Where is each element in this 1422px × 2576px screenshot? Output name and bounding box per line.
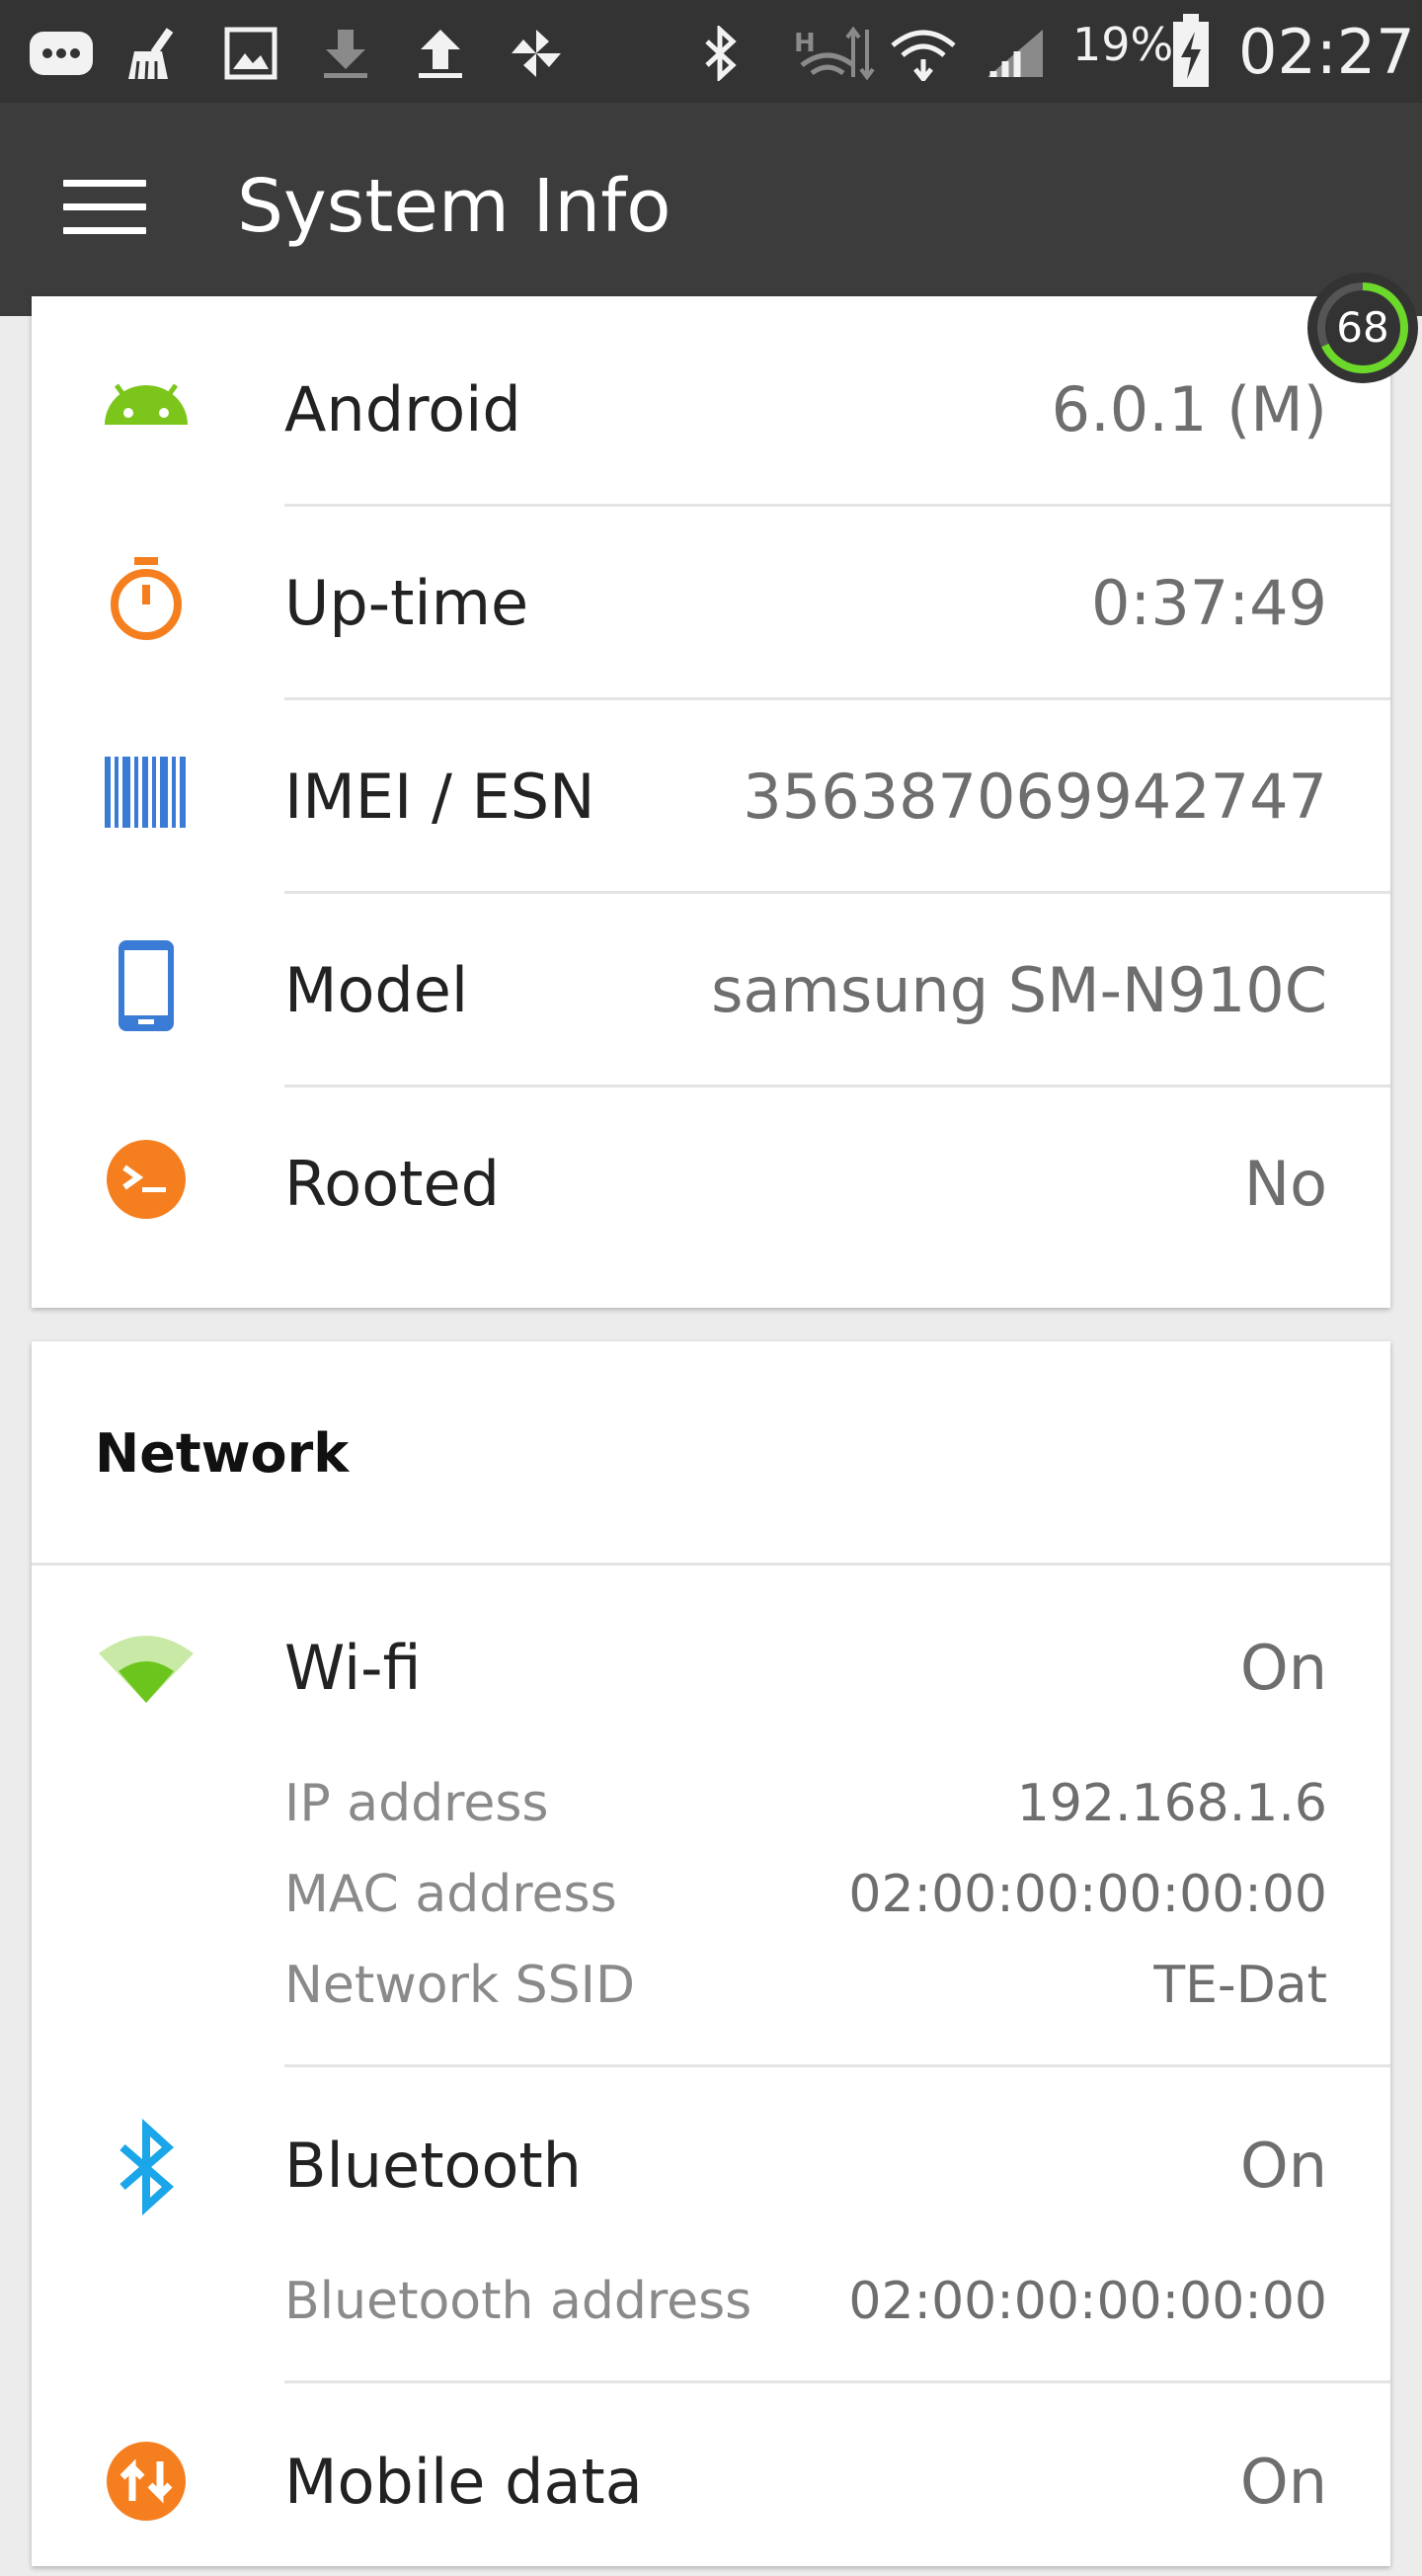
mobile-data-row[interactable]: Mobile data On	[32, 2382, 1390, 2576]
row-label: Up-time	[284, 567, 529, 639]
bluetooth-icon	[119, 2118, 175, 2216]
hamburger-menu-icon[interactable]	[63, 180, 146, 243]
progress-ring: 68	[1307, 273, 1418, 383]
system-card: Android 6.0.1 (M) Up-time 0:37:49 IMEI /…	[32, 296, 1390, 1308]
signal-icon	[988, 30, 1043, 77]
stopwatch-icon	[111, 557, 182, 640]
detail-label: Bluetooth address	[284, 2272, 752, 2331]
detail-value: 192.168.1.6	[1016, 1774, 1327, 1833]
network-card: Network Wi-fi On IP address 192.168.1.6 …	[32, 1341, 1390, 2566]
memory-badge[interactable]: 68	[1305, 271, 1420, 385]
hplus-data-icon: H	[794, 26, 875, 81]
bluetooth-icon	[705, 26, 737, 81]
row-value: On	[1239, 1632, 1327, 1704]
upload-icon	[419, 30, 462, 78]
row-label: Android	[284, 373, 521, 445]
uptime-row[interactable]: Up-time 0:37:49	[32, 504, 1390, 697]
image-icon	[224, 27, 277, 80]
row-label: Mobile data	[284, 2446, 643, 2518]
battery-charging-icon	[1173, 14, 1209, 87]
row-value: 356387069942747	[743, 761, 1327, 833]
status-bar: H 19% 02:27	[0, 0, 1422, 103]
android-row[interactable]: Android 6.0.1 (M)	[32, 310, 1390, 504]
detail-value: TE-Dat	[1153, 1956, 1327, 2015]
hotspot-icon	[891, 30, 956, 81]
detail-value: 02:00:00:00:00:00	[848, 1865, 1327, 1924]
cleaner-icon	[128, 28, 174, 80]
message-icon	[30, 32, 93, 75]
detail-label: Network SSID	[284, 1956, 636, 2015]
row-label: Rooted	[284, 1148, 500, 1220]
android-icon	[105, 383, 188, 425]
bluetooth-row[interactable]: Bluetooth On Bluetooth address 02:00:00:…	[32, 2066, 1390, 2382]
divider	[32, 1563, 1390, 1566]
row-value: 6.0.1 (M)	[1051, 373, 1327, 445]
model-row[interactable]: Model samsung SM-N910C	[32, 891, 1390, 1085]
page-title: System Info	[237, 164, 672, 249]
clock: 02:27	[1238, 16, 1415, 88]
row-label: Wi-fi	[284, 1632, 422, 1704]
detail-label: IP address	[284, 1774, 549, 1833]
row-label: IMEI / ESN	[284, 761, 595, 833]
terminal-icon	[107, 1140, 186, 1219]
mobile-data-icon	[107, 2442, 186, 2521]
detail-label: MAC address	[284, 1865, 617, 1924]
wifi-icon	[99, 1636, 194, 1703]
row-label: Model	[284, 954, 469, 1026]
wifi-row[interactable]: Wi-fi On IP address 192.168.1.6 MAC addr…	[32, 1569, 1390, 2062]
phone-icon	[118, 940, 174, 1031]
row-value: 0:37:49	[1090, 567, 1327, 639]
battery-percent: 19%	[1072, 18, 1174, 71]
badge-value: 68	[1336, 303, 1388, 352]
row-value: No	[1243, 1148, 1327, 1220]
row-value: On	[1239, 2130, 1327, 2202]
barcode-icon	[105, 757, 186, 828]
pinwheel-icon	[512, 30, 561, 77]
row-label: Bluetooth	[284, 2130, 582, 2202]
download-icon	[324, 30, 367, 78]
row-value: On	[1239, 2446, 1327, 2518]
rooted-row[interactable]: Rooted No	[32, 1085, 1390, 1278]
section-title: Network	[95, 1422, 350, 1485]
app-bar: System Info	[0, 103, 1422, 316]
imei-row[interactable]: IMEI / ESN 356387069942747	[32, 697, 1390, 891]
detail-value: 02:00:00:00:00:00	[848, 2272, 1327, 2331]
svg-text:H: H	[794, 29, 816, 58]
row-value: samsung SM-N910C	[711, 954, 1327, 1026]
